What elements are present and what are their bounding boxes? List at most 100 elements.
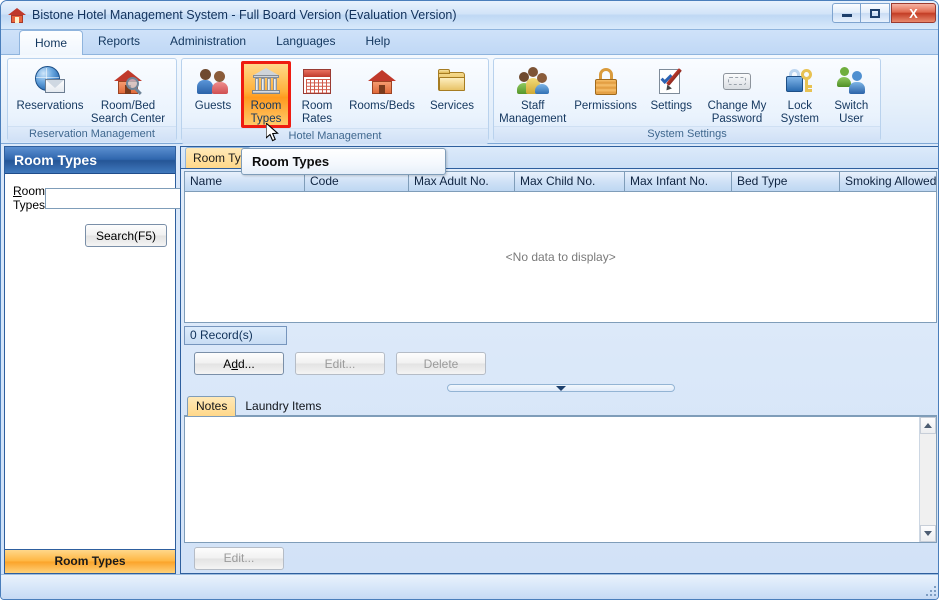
globe-envelope-icon — [34, 65, 66, 97]
maximize-button[interactable] — [861, 3, 890, 23]
window-controls: X — [832, 3, 936, 23]
keyboard-icon — [721, 65, 753, 97]
search-button[interactable]: Search(F5) — [85, 224, 167, 247]
chevron-down-icon[interactable] — [556, 386, 566, 391]
ribbon-group-label: Hotel Management — [182, 128, 488, 144]
ribbon-label: Staff Management — [499, 100, 566, 125]
notes-textarea[interactable] — [185, 417, 919, 542]
ribbon-group-system-settings: Staff Management Permissions — [493, 58, 881, 141]
lock-key-icon — [784, 65, 816, 97]
ribbon-button-permissions[interactable]: Permissions — [568, 61, 642, 123]
tab-laundry-items[interactable]: Laundry Items — [236, 396, 330, 415]
ribbon-button-guests[interactable]: Guests — [185, 61, 241, 123]
add-label-after: d... — [238, 357, 255, 371]
ribbon-button-change-my-password[interactable]: Change My Password — [700, 61, 774, 126]
checklist-pen-icon — [655, 65, 687, 97]
edit-notes-button[interactable]: Edit... — [194, 547, 284, 570]
ribbon-tab-home[interactable]: Home — [19, 30, 83, 55]
main-body: Room Types Room Types Search(F5) Room Ty… — [1, 144, 939, 576]
grid-column-smoking-allowed[interactable]: Smoking Allowed — [840, 172, 936, 192]
ribbon-group-label: System Settings — [494, 126, 880, 142]
grid-column-bed-type[interactable]: Bed Type — [732, 172, 840, 192]
record-action-bar: Add... Edit... Delete — [181, 352, 939, 375]
ribbon-label: Lock System — [781, 100, 819, 125]
house-icon — [366, 65, 398, 97]
search-field-row: Room Types — [13, 184, 167, 212]
ribbon-button-settings[interactable]: Settings — [643, 61, 700, 123]
close-button[interactable]: X — [891, 3, 936, 23]
document-tab-bar: Room Types Room Types — [181, 147, 939, 169]
ribbon-tab-administration[interactable]: Administration — [155, 30, 261, 54]
grid-column-max-adult-no[interactable]: Max Adult No. — [409, 172, 515, 192]
folder-icon — [436, 65, 468, 97]
switch-user-icon — [835, 65, 867, 97]
ribbon-label: Room Types — [251, 100, 282, 125]
grid-column-name[interactable]: Name — [185, 172, 305, 192]
sidebar-header: Room Types — [5, 147, 175, 174]
ribbon-group-label: Reservation Management — [8, 126, 176, 142]
ribbon-group-reservation-management: Reservations Room/Bed Search Center Rese… — [7, 58, 177, 141]
house-magnifier-icon — [112, 65, 144, 97]
ribbon-button-switch-user[interactable]: Switch User — [826, 61, 877, 126]
ribbon-button-staff-management[interactable]: Staff Management — [497, 61, 568, 126]
ribbon-label: Room Rates — [302, 100, 333, 125]
application-window: Bistone Hotel Management System - Full B… — [0, 0, 939, 600]
resize-grip[interactable] — [922, 582, 937, 597]
ribbon-button-room-types[interactable]: Room Types — [241, 61, 291, 128]
search-button-row: Search(F5) — [13, 224, 167, 247]
sidebar-footer-room-types[interactable]: Room Types — [5, 549, 175, 573]
ribbon-tab-strip: Home Reports Administration Languages He… — [1, 30, 939, 55]
content-panel: Room Types Room Types Name Code Max Adul… — [180, 146, 939, 574]
calendar-icon — [301, 65, 333, 97]
arrow-up-icon — [924, 423, 932, 428]
scroll-up-button[interactable] — [920, 417, 936, 434]
edit-record-button[interactable]: Edit... — [295, 352, 385, 375]
status-bar — [1, 574, 939, 599]
delete-record-button[interactable]: Delete — [396, 352, 486, 375]
record-count-label: 0 Record(s) — [184, 326, 287, 345]
ribbon-label: Change My Password — [708, 100, 767, 125]
horizontal-splitter[interactable] — [185, 383, 936, 393]
ribbon-label: Permissions — [574, 100, 637, 113]
notes-scrollbar[interactable] — [919, 417, 936, 542]
ribbon-tab-help[interactable]: Help — [350, 30, 405, 54]
notes-editor — [184, 416, 937, 543]
record-count-bar: 0 Record(s) — [184, 326, 937, 345]
ribbon-group-hotel-management: Guests Room Types — [181, 58, 489, 141]
ribbon-button-services[interactable]: Services — [421, 61, 483, 123]
search-field-label: Room Types — [13, 184, 45, 212]
grid-column-code[interactable]: Code — [305, 172, 409, 192]
ribbon-tab-reports[interactable]: Reports — [83, 30, 155, 54]
people-icon — [197, 65, 229, 97]
ribbon-label: Services — [430, 100, 474, 113]
ribbon-button-rooms-beds[interactable]: Rooms/Beds — [343, 61, 421, 123]
grid-empty-message: <No data to display> — [185, 192, 936, 322]
minimize-button[interactable] — [832, 3, 861, 23]
grid-column-max-child-no[interactable]: Max Child No. — [515, 172, 625, 192]
grid-column-max-infant-no[interactable]: Max Infant No. — [625, 172, 732, 192]
staff-group-icon — [517, 65, 549, 97]
notes-action-bar: Edit... — [181, 543, 939, 573]
title-bar: Bistone Hotel Management System - Full B… — [1, 1, 939, 30]
ribbon-tab-languages[interactable]: Languages — [261, 30, 350, 54]
window-title: Bistone Hotel Management System - Full B… — [32, 8, 457, 22]
tab-notes[interactable]: Notes — [187, 396, 236, 416]
search-sidebar: Room Types Room Types Search(F5) Room Ty… — [4, 146, 176, 574]
ribbon-label: Room/Bed Search Center — [91, 100, 165, 125]
ribbon-label: Switch User — [834, 100, 868, 125]
ribbon-label: Rooms/Beds — [349, 100, 415, 113]
scroll-down-button[interactable] — [920, 525, 936, 542]
arrow-down-icon — [924, 531, 932, 536]
sidebar-content: Room Types Search(F5) — [5, 174, 175, 549]
record-bar-filler — [287, 326, 937, 345]
maximize-icon — [870, 9, 880, 18]
ribbon-button-room-rates[interactable]: Room Rates — [291, 61, 343, 126]
ribbon-button-room-bed-search-center[interactable]: Room/Bed Search Center — [89, 61, 167, 126]
ribbon-button-reservations[interactable]: Reservations — [11, 61, 89, 123]
add-label-accel: d — [231, 357, 238, 371]
bank-building-icon — [250, 65, 282, 97]
room-types-grid: Name Code Max Adult No. Max Child No. Ma… — [184, 171, 937, 323]
ribbon-button-lock-system[interactable]: Lock System — [774, 61, 825, 126]
padlock-icon — [590, 65, 622, 97]
add-button[interactable]: Add... — [194, 352, 284, 375]
